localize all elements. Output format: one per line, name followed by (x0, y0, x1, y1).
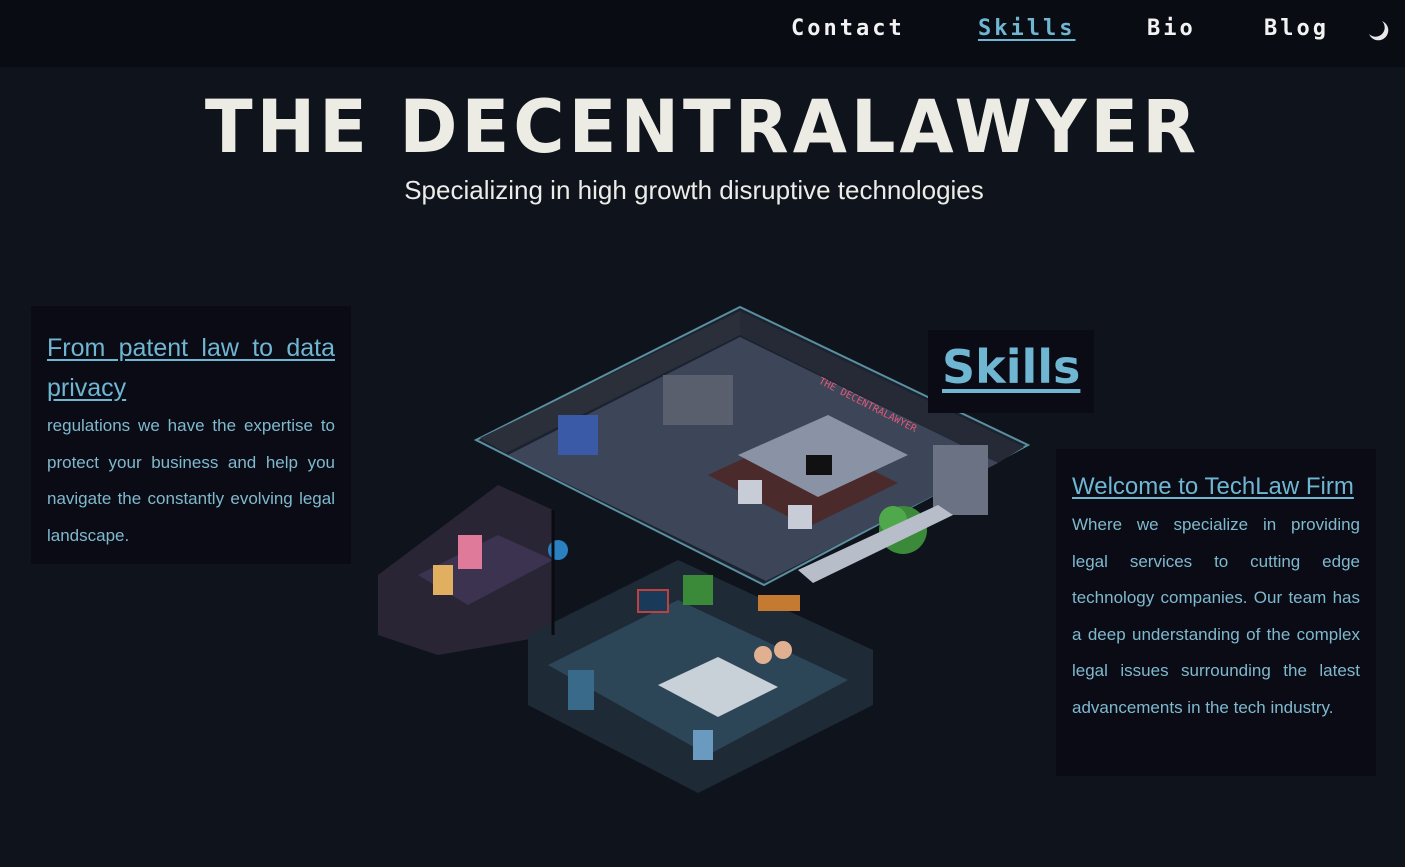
patent-law-body: regulations we have the expertise to pro… (47, 416, 335, 545)
moon-icon[interactable] (1366, 18, 1392, 44)
nav-bio[interactable]: Bio (1147, 16, 1196, 46)
page-subtitle: Specializing in high growth disruptive t… (404, 175, 984, 205)
welcome-body: Where we specialize in providing legal s… (1072, 515, 1360, 717)
page-title: THE DECENTRALAWYER (204, 83, 1201, 171)
skills-heading-link[interactable]: Skills (942, 340, 1080, 394)
skills-heading-box: Skills (928, 330, 1094, 413)
patent-law-heading-link[interactable]: From patent law to data privacy (47, 328, 335, 408)
techlaw-welcome-card: Welcome to TechLaw Firm Where we special… (1056, 449, 1376, 776)
welcome-heading-link[interactable]: Welcome to TechLaw Firm (1072, 467, 1360, 507)
patent-law-card: From patent law to data privacy regulati… (31, 306, 351, 564)
nav-contact[interactable]: Contact (791, 16, 905, 46)
nav-skills[interactable]: Skills (978, 16, 1075, 46)
nav-blog[interactable]: Blog (1264, 16, 1329, 46)
